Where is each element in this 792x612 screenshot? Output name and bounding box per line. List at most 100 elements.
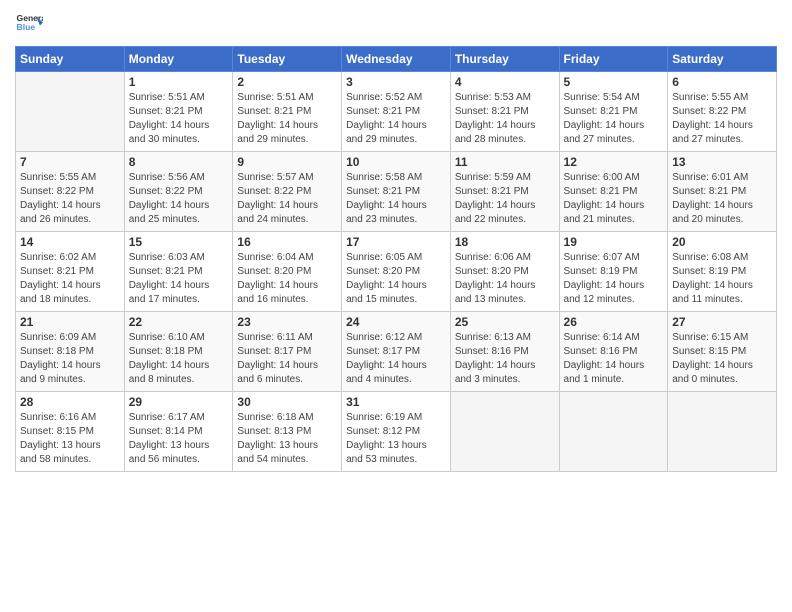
calendar-cell: 29 Sunrise: 6:17 AM Sunset: 8:14 PM Dayli… xyxy=(124,392,233,472)
calendar-week-row: 14 Sunrise: 6:02 AM Sunset: 8:21 PM Dayli… xyxy=(16,232,777,312)
day-number: 1 xyxy=(129,75,229,89)
day-number: 29 xyxy=(129,395,229,409)
day-number: 11 xyxy=(455,155,555,169)
calendar-cell: 10 Sunrise: 5:58 AM Sunset: 8:21 PM Dayli… xyxy=(342,152,451,232)
day-number: 25 xyxy=(455,315,555,329)
calendar-cell: 21 Sunrise: 6:09 AM Sunset: 8:18 PM Dayli… xyxy=(16,312,125,392)
day-info: Sunrise: 6:06 AM Sunset: 8:20 PM Dayligh… xyxy=(455,251,555,307)
calendar-cell xyxy=(450,392,559,472)
day-number: 19 xyxy=(564,235,664,249)
weekday-header-wednesday: Wednesday xyxy=(342,47,451,72)
day-info: Sunrise: 5:55 AM Sunset: 8:22 PM Dayligh… xyxy=(672,91,772,147)
day-info: Sunrise: 6:09 AM Sunset: 8:18 PM Dayligh… xyxy=(20,331,120,387)
calendar-cell: 14 Sunrise: 6:02 AM Sunset: 8:21 PM Dayli… xyxy=(16,232,125,312)
day-number: 30 xyxy=(237,395,337,409)
day-number: 24 xyxy=(346,315,446,329)
calendar-cell: 4 Sunrise: 5:53 AM Sunset: 8:21 PM Daylig… xyxy=(450,72,559,152)
logo: General Blue xyxy=(15,10,43,38)
header: General Blue xyxy=(15,10,777,38)
day-info: Sunrise: 5:53 AM Sunset: 8:21 PM Dayligh… xyxy=(455,91,555,147)
calendar-cell: 16 Sunrise: 6:04 AM Sunset: 8:20 PM Dayli… xyxy=(233,232,342,312)
day-number: 20 xyxy=(672,235,772,249)
calendar-week-row: 7 Sunrise: 5:55 AM Sunset: 8:22 PM Daylig… xyxy=(16,152,777,232)
day-number: 12 xyxy=(564,155,664,169)
calendar-cell: 27Sunrise: 6:15 AM Sunset: 8:15 PM Dayli… xyxy=(668,312,777,392)
calendar-week-row: 28 Sunrise: 6:16 AM Sunset: 8:15 PM Dayli… xyxy=(16,392,777,472)
day-info: Sunrise: 6:00 AM Sunset: 8:21 PM Dayligh… xyxy=(564,171,664,227)
day-number: 14 xyxy=(20,235,120,249)
calendar-cell: 28 Sunrise: 6:16 AM Sunset: 8:15 PM Dayli… xyxy=(16,392,125,472)
day-info: Sunrise: 6:17 AM Sunset: 8:14 PM Dayligh… xyxy=(129,411,229,467)
weekday-header-tuesday: Tuesday xyxy=(233,47,342,72)
day-number: 26 xyxy=(564,315,664,329)
day-info: Sunrise: 6:19 AM Sunset: 8:12 PM Dayligh… xyxy=(346,411,446,467)
day-number: 6 xyxy=(672,75,772,89)
day-info: Sunrise: 6:16 AM Sunset: 8:15 PM Dayligh… xyxy=(20,411,120,467)
weekday-header-friday: Friday xyxy=(559,47,668,72)
calendar-cell: 26 Sunrise: 6:14 AM Sunset: 8:16 PM Dayli… xyxy=(559,312,668,392)
calendar-cell xyxy=(668,392,777,472)
day-info: Sunrise: 6:08 AM Sunset: 8:19 PM Dayligh… xyxy=(672,251,772,307)
day-info: Sunrise: 5:54 AM Sunset: 8:21 PM Dayligh… xyxy=(564,91,664,147)
logo-icon: General Blue xyxy=(15,10,43,38)
calendar-table: SundayMondayTuesdayWednesdayThursdayFrid… xyxy=(15,46,777,472)
day-info: Sunrise: 5:52 AM Sunset: 8:21 PM Dayligh… xyxy=(346,91,446,147)
weekday-header-sunday: Sunday xyxy=(16,47,125,72)
day-info: Sunrise: 6:03 AM Sunset: 8:21 PM Dayligh… xyxy=(129,251,229,307)
calendar-week-row: 21 Sunrise: 6:09 AM Sunset: 8:18 PM Dayli… xyxy=(16,312,777,392)
day-number: 5 xyxy=(564,75,664,89)
day-info: Sunrise: 6:13 AM Sunset: 8:16 PM Dayligh… xyxy=(455,331,555,387)
calendar-cell: 13Sunrise: 6:01 AM Sunset: 8:21 PM Dayli… xyxy=(668,152,777,232)
calendar-cell: 22Sunrise: 6:10 AM Sunset: 8:18 PM Dayli… xyxy=(124,312,233,392)
day-info: Sunrise: 6:14 AM Sunset: 8:16 PM Dayligh… xyxy=(564,331,664,387)
day-info: Sunrise: 6:04 AM Sunset: 8:20 PM Dayligh… xyxy=(237,251,337,307)
calendar-cell: 1 Sunrise: 5:51 AM Sunset: 8:21 PM Daylig… xyxy=(124,72,233,152)
weekday-header-thursday: Thursday xyxy=(450,47,559,72)
calendar-cell: 24Sunrise: 6:12 AM Sunset: 8:17 PM Dayli… xyxy=(342,312,451,392)
day-number: 23 xyxy=(237,315,337,329)
calendar-cell: 9 Sunrise: 5:57 AM Sunset: 8:22 PM Daylig… xyxy=(233,152,342,232)
calendar-week-row: 1 Sunrise: 5:51 AM Sunset: 8:21 PM Daylig… xyxy=(16,72,777,152)
day-number: 2 xyxy=(237,75,337,89)
calendar-cell: 18Sunrise: 6:06 AM Sunset: 8:20 PM Dayli… xyxy=(450,232,559,312)
calendar-cell: 8 Sunrise: 5:56 AM Sunset: 8:22 PM Daylig… xyxy=(124,152,233,232)
day-info: Sunrise: 6:02 AM Sunset: 8:21 PM Dayligh… xyxy=(20,251,120,307)
calendar-cell: 3Sunrise: 5:52 AM Sunset: 8:21 PM Daylig… xyxy=(342,72,451,152)
calendar-cell: 11 Sunrise: 5:59 AM Sunset: 8:21 PM Dayli… xyxy=(450,152,559,232)
svg-text:Blue: Blue xyxy=(17,22,36,32)
day-info: Sunrise: 6:18 AM Sunset: 8:13 PM Dayligh… xyxy=(237,411,337,467)
day-number: 9 xyxy=(237,155,337,169)
day-info: Sunrise: 5:51 AM Sunset: 8:21 PM Dayligh… xyxy=(237,91,337,147)
weekday-header-row: SundayMondayTuesdayWednesdayThursdayFrid… xyxy=(16,47,777,72)
day-info: Sunrise: 5:56 AM Sunset: 8:22 PM Dayligh… xyxy=(129,171,229,227)
day-number: 10 xyxy=(346,155,446,169)
day-number: 8 xyxy=(129,155,229,169)
day-number: 7 xyxy=(20,155,120,169)
day-info: Sunrise: 6:05 AM Sunset: 8:20 PM Dayligh… xyxy=(346,251,446,307)
calendar-cell xyxy=(559,392,668,472)
day-info: Sunrise: 6:11 AM Sunset: 8:17 PM Dayligh… xyxy=(237,331,337,387)
day-number: 22 xyxy=(129,315,229,329)
day-number: 27 xyxy=(672,315,772,329)
day-number: 17 xyxy=(346,235,446,249)
weekday-header-monday: Monday xyxy=(124,47,233,72)
day-info: Sunrise: 5:51 AM Sunset: 8:21 PM Dayligh… xyxy=(129,91,229,147)
day-number: 31 xyxy=(346,395,446,409)
calendar-cell: 30 Sunrise: 6:18 AM Sunset: 8:13 PM Dayli… xyxy=(233,392,342,472)
calendar-cell: 7 Sunrise: 5:55 AM Sunset: 8:22 PM Daylig… xyxy=(16,152,125,232)
calendar-cell: 5 Sunrise: 5:54 AM Sunset: 8:21 PM Daylig… xyxy=(559,72,668,152)
day-info: Sunrise: 5:55 AM Sunset: 8:22 PM Dayligh… xyxy=(20,171,120,227)
day-number: 4 xyxy=(455,75,555,89)
day-info: Sunrise: 5:57 AM Sunset: 8:22 PM Dayligh… xyxy=(237,171,337,227)
calendar-cell: 17 Sunrise: 6:05 AM Sunset: 8:20 PM Dayli… xyxy=(342,232,451,312)
day-info: Sunrise: 5:59 AM Sunset: 8:21 PM Dayligh… xyxy=(455,171,555,227)
day-info: Sunrise: 6:07 AM Sunset: 8:19 PM Dayligh… xyxy=(564,251,664,307)
calendar-cell: 2 Sunrise: 5:51 AM Sunset: 8:21 PM Daylig… xyxy=(233,72,342,152)
calendar-cell xyxy=(16,72,125,152)
calendar-cell: 12 Sunrise: 6:00 AM Sunset: 8:21 PM Dayli… xyxy=(559,152,668,232)
calendar-cell: 31 Sunrise: 6:19 AM Sunset: 8:12 PM Dayli… xyxy=(342,392,451,472)
day-info: Sunrise: 5:58 AM Sunset: 8:21 PM Dayligh… xyxy=(346,171,446,227)
day-number: 16 xyxy=(237,235,337,249)
day-number: 21 xyxy=(20,315,120,329)
day-number: 28 xyxy=(20,395,120,409)
